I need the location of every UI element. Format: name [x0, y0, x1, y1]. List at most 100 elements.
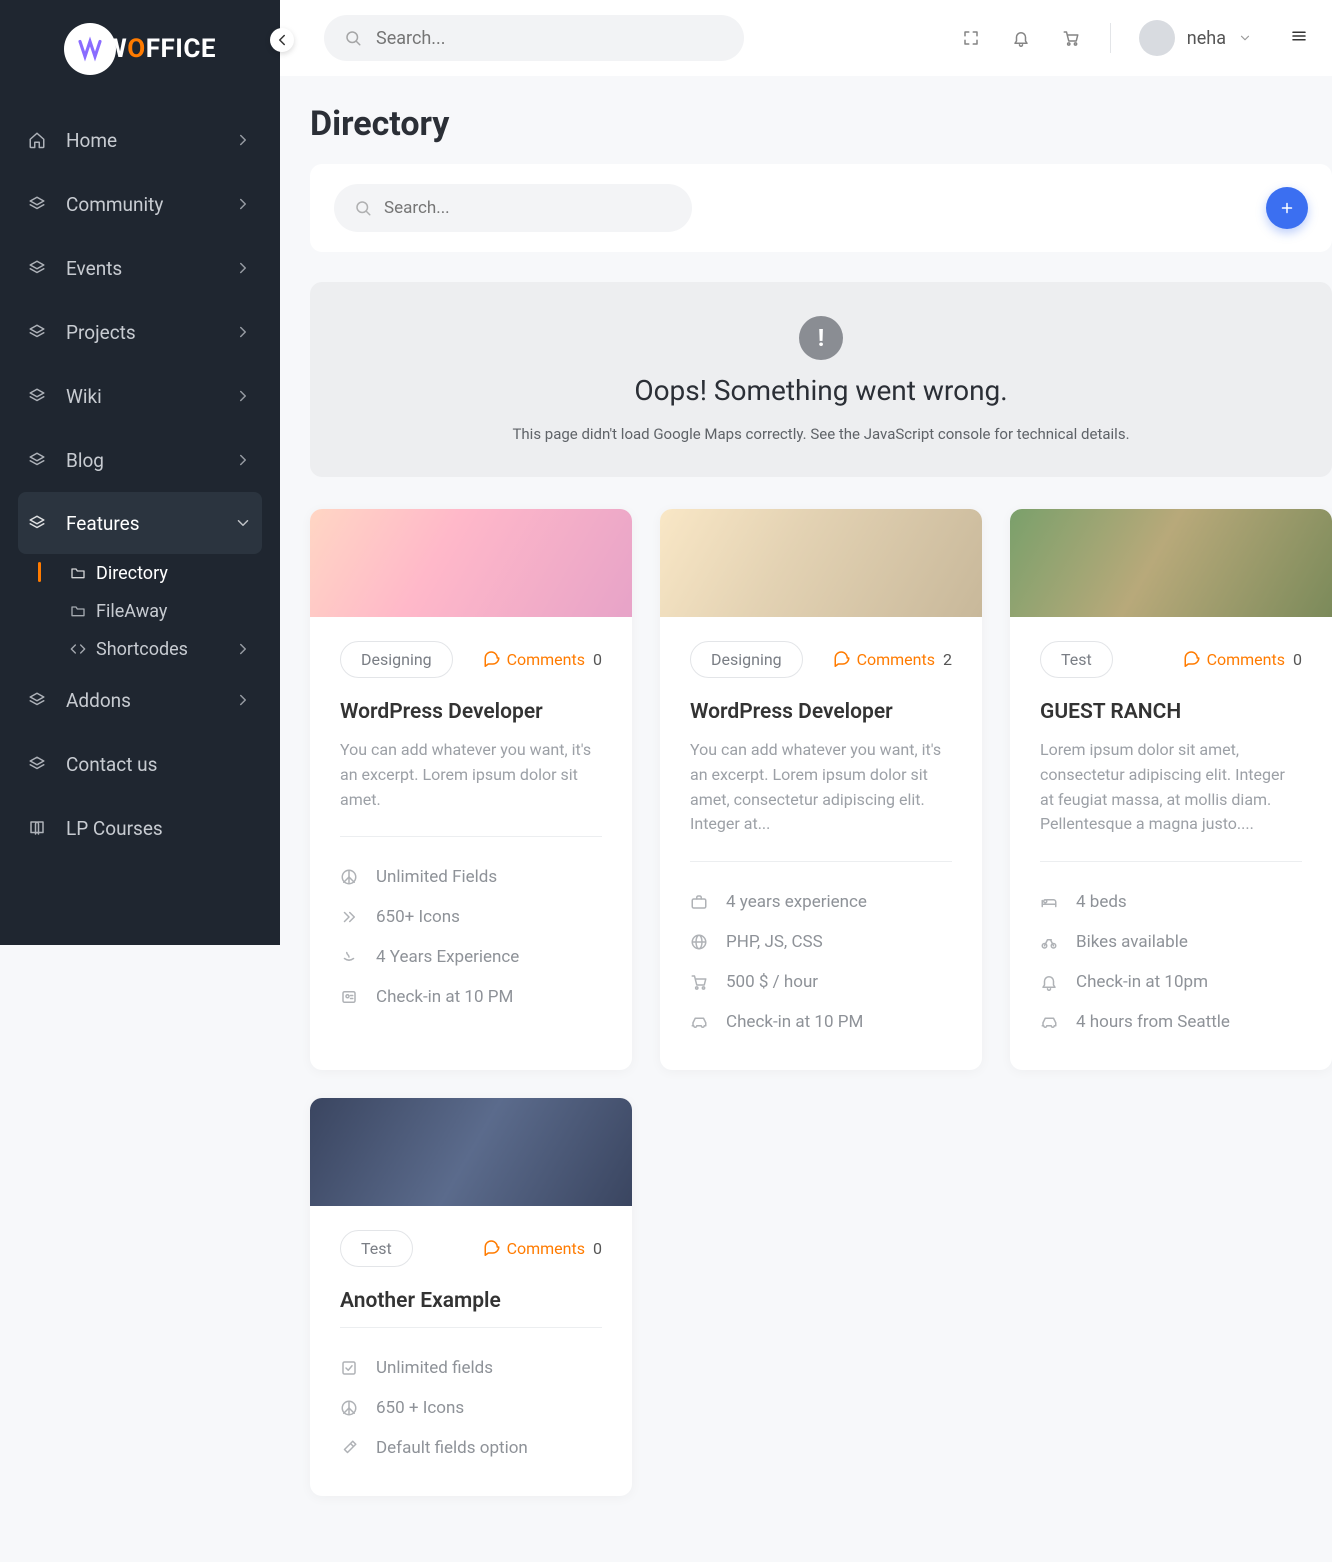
sidebar-item-lp-courses[interactable]: LP Courses [0, 796, 280, 860]
card-image [660, 509, 982, 617]
folder-icon [70, 564, 86, 582]
card-feature-text: 650+ Icons [376, 907, 460, 927]
sidebar-collapse-button[interactable] [270, 28, 294, 52]
sidebar-item-community[interactable]: Community [0, 172, 280, 236]
directory-card[interactable]: Designing Comments2 WordPress Developer You… [660, 509, 982, 1070]
global-search[interactable] [324, 15, 744, 61]
card-comments[interactable]: Comments0 [483, 649, 602, 671]
card-image [1010, 509, 1332, 617]
code-icon [70, 640, 86, 658]
card-excerpt: You can add whatever you want, it's an e… [690, 738, 952, 837]
book-icon [28, 819, 46, 837]
layers-icon [28, 514, 46, 532]
card-feature-text: Bikes available [1076, 932, 1188, 952]
car-icon [690, 1013, 708, 1031]
chevron-right-icon [234, 640, 252, 658]
comments-label: Comments [507, 1239, 585, 1258]
sidebar-item-contact-us[interactable]: Contact us [0, 732, 280, 796]
user-menu[interactable]: neha [1139, 20, 1252, 56]
card-feature-text: Unlimited fields [376, 1358, 493, 1378]
drawer-toggle[interactable] [1290, 27, 1308, 49]
card-feature: Unlimited fields [340, 1348, 602, 1388]
layers-icon [28, 323, 46, 341]
divider [340, 836, 602, 837]
directory-search-input[interactable] [384, 198, 672, 218]
sidebar-item-features[interactable]: Features [18, 492, 262, 554]
fullscreen-button[interactable] [960, 27, 982, 49]
error-message: This page didn't load Google Maps correc… [330, 425, 1312, 443]
card-feature-text: 4 beds [1076, 892, 1127, 912]
card-feature-text: Check-in at 10 PM [376, 987, 513, 1007]
card-feature: Check-in at 10 PM [340, 977, 602, 1017]
sidebar-subitem-directory[interactable]: Directory [70, 554, 280, 592]
card-comments[interactable]: Comments 0 [483, 1238, 602, 1260]
error-heading: Oops! Something went wrong. [330, 374, 1312, 407]
card-feature: Bikes available [1040, 922, 1302, 962]
sidebar-item-label: Features [66, 512, 234, 535]
chevron-right-icon [234, 514, 252, 532]
card-comments[interactable]: Comments2 [833, 649, 952, 671]
card-feature-text: 4 Years Experience [376, 947, 519, 967]
card-tag[interactable]: Designing [340, 641, 453, 678]
sidebar-item-projects[interactable]: Projects [0, 300, 280, 364]
card-feature: 650+ Icons [340, 897, 602, 937]
cart-button[interactable] [1060, 27, 1082, 49]
card-image [310, 509, 632, 617]
layers-icon [28, 691, 46, 709]
tools-icon [340, 1439, 358, 1457]
comment-icon [1183, 649, 1201, 671]
card-image [310, 1098, 632, 1206]
card-tag[interactable]: Designing [690, 641, 803, 678]
card-title[interactable]: GUEST RANCH [1040, 700, 1302, 724]
sidebar-item-label: Events [66, 257, 234, 280]
card-title[interactable]: WordPress Developer [340, 700, 602, 724]
sidebar-item-events[interactable]: Events [0, 236, 280, 300]
sidebar-item-wiki[interactable]: Wiki [0, 364, 280, 428]
globe-icon [690, 933, 708, 951]
directory-search[interactable] [334, 184, 692, 232]
divider [1040, 861, 1302, 862]
sidebar-item-label: Wiki [66, 385, 234, 408]
directory-card[interactable]: TestComments0GUEST RANCHLorem ipsum dolo… [1010, 509, 1332, 1070]
card-title[interactable]: Another Example [340, 1289, 602, 1313]
global-search-input[interactable] [376, 28, 724, 49]
card-feature: Check-in at 10pm [1040, 962, 1302, 1002]
page-title: Directory [310, 104, 1332, 144]
username: neha [1187, 28, 1226, 49]
comments-label: Comments [857, 650, 935, 669]
chevron-down-icon [1238, 31, 1252, 45]
home-icon [28, 131, 46, 149]
card-comments[interactable]: Comments0 [1183, 649, 1302, 671]
comments-count: 0 [593, 650, 602, 669]
sidebar-item-label: Community [66, 193, 234, 216]
card-feature-text: Default fields option [376, 1438, 528, 1458]
directory-card[interactable]: DesigningComments0WordPress DeveloperYou… [310, 509, 632, 1070]
card-tag[interactable]: Test [1040, 641, 1113, 678]
sidebar-item-label: Addons [66, 689, 234, 712]
directory-card[interactable]: Test Comments 0 Another Example Unlimited fi… [310, 1098, 632, 1496]
notifications-button[interactable] [1010, 27, 1032, 49]
comments-count: 0 [593, 1239, 602, 1258]
logo[interactable]: WOFFICE [40, 18, 240, 80]
card-body: Test Comments 0 Another Example Unlimited fi… [310, 1206, 632, 1496]
id-icon [340, 988, 358, 1006]
sidebar-subitem-fileaway[interactable]: FileAway [70, 592, 280, 630]
car-icon [1040, 1013, 1058, 1031]
sidebar-item-addons[interactable]: Addons [0, 668, 280, 732]
sidebar-submenu: DirectoryFileAwayShortcodes [0, 554, 280, 668]
card-feature-text: Unlimited Fields [376, 867, 497, 887]
sidebar-item-home[interactable]: Home [0, 108, 280, 172]
sidebar-item-label: LP Courses [66, 817, 252, 840]
card-feature: Unlimited Fields [340, 857, 602, 897]
card-feature: 650 + Icons [340, 1388, 602, 1428]
add-button[interactable] [1266, 187, 1308, 229]
hamburger-icon [1290, 27, 1308, 45]
card-tag[interactable]: Test [340, 1230, 413, 1267]
chevron-right-icon [234, 691, 252, 709]
search-icon [344, 29, 362, 47]
card-title[interactable]: WordPress Developer [690, 700, 952, 724]
sidebar-item-blog[interactable]: Blog [0, 428, 280, 492]
sidebar-item-label: Contact us [66, 753, 252, 776]
chevron-left-icon [273, 31, 291, 49]
sidebar-subitem-shortcodes[interactable]: Shortcodes [70, 630, 280, 668]
